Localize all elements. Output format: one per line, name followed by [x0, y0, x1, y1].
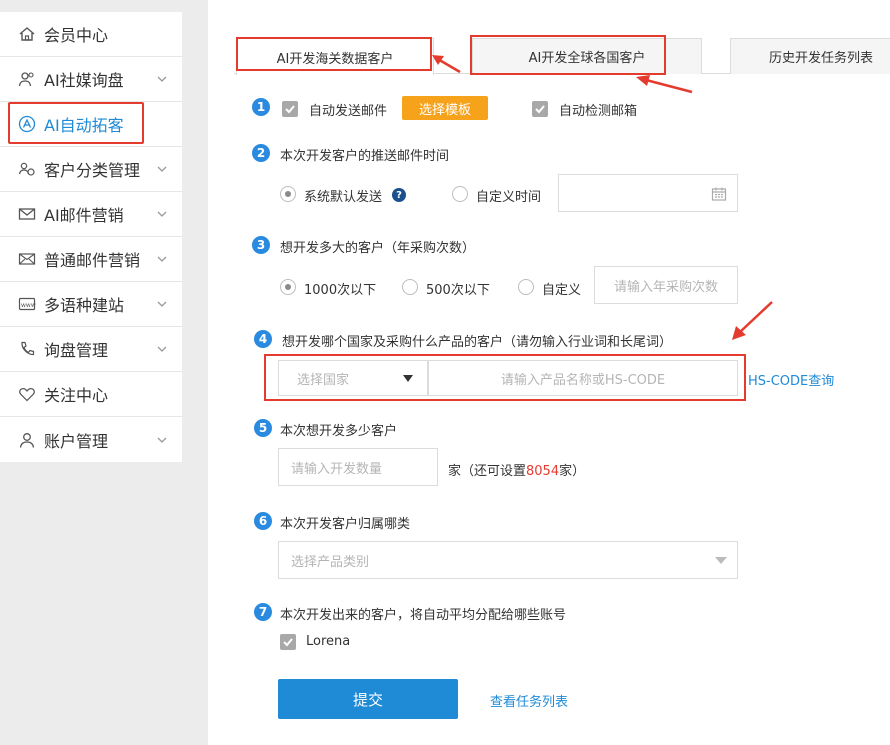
annotation-arrow-icon — [636, 75, 693, 94]
sidebar-menu: 会员中心 AI社媒询盘 AI自动拓客 客户分类管理 AI邮件营销 普通邮件营销 … — [0, 12, 182, 462]
annotation-arrow-icon — [732, 301, 773, 340]
chevron-down-icon — [157, 346, 167, 352]
remaining-count-text: 家（还可设置8054家） — [448, 460, 585, 479]
step-number: 7 — [254, 603, 272, 621]
account-checkbox[interactable] — [280, 634, 296, 650]
check-icon — [285, 105, 295, 114]
help-icon[interactable]: ? — [392, 188, 406, 202]
size-custom-label: 自定义 — [542, 283, 582, 298]
sidebar-item-label: AI社媒询盘 — [44, 71, 124, 90]
choose-template-button[interactable]: 选择模板 — [402, 96, 488, 120]
sidebar-gap — [182, 0, 208, 745]
auto-send-email-label: 自动发送邮件 — [309, 104, 388, 119]
sidebar-item-label: AI邮件营销 — [44, 206, 124, 225]
caret-down-icon — [403, 375, 413, 382]
step-number: 2 — [252, 144, 270, 162]
svg-text:www: www — [21, 302, 36, 309]
step-title: 想开发哪个国家及采购什么产品的客户（请勿输入行业词和长尾词） — [282, 335, 673, 350]
sidebar-item-label: 询盘管理 — [44, 341, 109, 360]
step-title: 本次想开发多少客户 — [280, 424, 398, 439]
chevron-down-icon — [157, 211, 167, 217]
step-number: 6 — [254, 512, 272, 530]
size-custom-radio[interactable] — [518, 279, 534, 295]
phone-icon — [18, 340, 36, 358]
annotation-arrow-icon — [432, 55, 461, 74]
send-custom-label: 自定义时间 — [476, 190, 542, 205]
remaining-prefix: 家（还可设置 — [448, 464, 527, 479]
send-default-radio[interactable] — [280, 186, 296, 202]
sidebar: 会员中心 AI社媒询盘 AI自动拓客 客户分类管理 AI邮件营销 普通邮件营销 … — [0, 0, 182, 745]
step-number: 3 — [252, 236, 270, 254]
user-icon — [18, 431, 36, 449]
home-icon — [18, 25, 36, 43]
annotation-highlight-box — [8, 102, 144, 144]
product-input[interactable]: 请输入产品名称或HS-CODE — [428, 360, 738, 396]
mail-outline-icon — [18, 250, 36, 268]
step-number: 4 — [254, 330, 272, 348]
check-icon — [283, 638, 293, 647]
send-custom-radio[interactable] — [452, 186, 468, 202]
sidebar-item-ai-social[interactable]: AI社媒询盘 — [0, 57, 182, 102]
chevron-down-icon — [157, 256, 167, 262]
heart-icon — [18, 385, 36, 403]
chevron-down-icon — [157, 437, 167, 443]
mail-icon — [18, 205, 36, 223]
size-500-radio[interactable] — [402, 279, 418, 295]
sidebar-item-label: 关注中心 — [44, 386, 109, 405]
chevron-down-icon — [157, 76, 167, 82]
chevron-down-icon — [157, 166, 167, 172]
caret-down-icon — [715, 557, 727, 564]
tab-history-tasks[interactable]: 历史开发任务列表 — [730, 38, 890, 74]
sidebar-item-label: 会员中心 — [44, 26, 109, 45]
remaining-suffix: 家） — [559, 464, 586, 479]
annotation-highlight-box — [236, 37, 432, 71]
sidebar-item-account[interactable]: 账户管理 — [0, 417, 182, 462]
calendar-icon — [711, 187, 727, 201]
sidebar-item-label: 账户管理 — [44, 431, 109, 451]
sidebar-item-customer-category[interactable]: 客户分类管理 — [0, 147, 182, 192]
step-number: 5 — [254, 419, 272, 437]
sidebar-item-member-center[interactable]: 会员中心 — [0, 12, 182, 57]
country-select[interactable]: 选择国家 — [278, 360, 428, 396]
sidebar-item-follow[interactable]: 关注中心 — [0, 372, 182, 417]
step-title: 想开发多大的客户（年采购次数） — [280, 241, 476, 256]
size-1000-radio[interactable] — [280, 279, 296, 295]
product-category-value: 选择产品类别 — [291, 554, 370, 570]
sidebar-item-inquiry[interactable]: 询盘管理 — [0, 327, 182, 372]
sidebar-item-label: 普通邮件营销 — [44, 251, 141, 270]
sidebar-item-website[interactable]: www 多语种建站 — [0, 282, 182, 327]
customer-category-icon — [18, 160, 36, 178]
auto-detect-email-checkbox[interactable] — [532, 101, 548, 117]
remaining-count: 8054 — [526, 464, 560, 479]
view-task-list-link[interactable]: 查看任务列表 — [490, 691, 568, 710]
hs-code-lookup-link[interactable]: HS-CODE查询 — [748, 370, 834, 389]
auto-detect-email-label: 自动检测邮箱 — [559, 104, 638, 119]
auto-send-email-checkbox[interactable] — [282, 101, 298, 117]
sidebar-item-normal-email[interactable]: 普通邮件营销 — [0, 237, 182, 282]
sidebar-item-ai-email[interactable]: AI邮件营销 — [0, 192, 182, 237]
account-label: Lorena — [306, 634, 351, 649]
country-select-value: 选择国家 — [297, 372, 350, 388]
send-default-label: 系统默认发送 — [304, 190, 383, 205]
annotation-highlight-box — [470, 35, 666, 75]
step-number: 1 — [252, 98, 270, 116]
product-category-select[interactable]: 选择产品类别 — [278, 541, 738, 579]
users-icon — [18, 70, 36, 88]
check-icon — [535, 105, 545, 114]
step-title: 本次开发客户归属哪类 — [280, 517, 411, 532]
main-panel: AI开发海关数据客户 AI开发全球各国客户 历史开发任务列表 1 自动发送邮件 … — [208, 0, 890, 745]
size-1000-label: 1000次以下 — [304, 283, 377, 298]
step-title: 本次开发客户的推送邮件时间 — [280, 149, 450, 164]
chevron-down-icon — [157, 301, 167, 307]
customer-count-input[interactable]: 请输入开发数量 — [278, 448, 438, 486]
sidebar-item-label: 多语种建站 — [44, 296, 125, 315]
website-icon: www — [18, 295, 36, 313]
submit-button[interactable]: 提交 — [278, 679, 458, 719]
purchase-times-input[interactable]: 请输入年采购次数 — [594, 266, 738, 304]
size-500-label: 500次以下 — [426, 283, 490, 298]
send-time-input[interactable] — [558, 174, 738, 212]
step-title: 本次开发出来的客户，将自动平均分配给哪些账号 — [280, 608, 567, 623]
sidebar-item-label: 客户分类管理 — [44, 161, 141, 180]
